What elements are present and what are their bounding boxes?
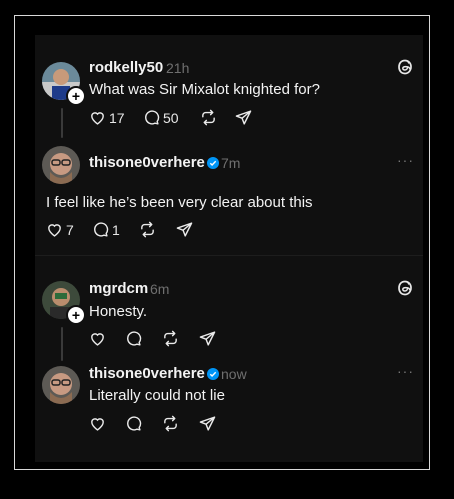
post-text: I feel like he’s been very clear about t… [46,194,313,211]
share-button[interactable] [199,330,216,347]
post-time: 6m [150,281,170,297]
verified-icon [207,157,219,169]
post-text: Honesty. [89,303,148,320]
thread-line [61,327,63,361]
share-icon [176,222,193,237]
share-button[interactable] [235,109,252,126]
post-actions: 17 50 [89,109,289,129]
like-count: 17 [109,109,125,126]
repost-icon [164,330,177,347]
like-button[interactable] [89,330,106,347]
username[interactable]: mgrdcm [89,280,148,297]
reply-button[interactable]: 50 [143,109,179,126]
share-button[interactable] [199,415,216,432]
threads-icon [398,280,412,296]
comment-icon [94,222,109,237]
reply-count: 50 [163,109,179,126]
post-text: Literally could not lie [89,387,225,404]
avatar[interactable] [42,366,80,404]
threads-icon [398,59,412,75]
post-time: now [221,366,247,382]
heart-icon [91,112,104,125]
heart-icon [48,224,61,237]
like-button[interactable] [89,415,106,432]
post-time: 21h [166,60,190,76]
thread-line [61,108,63,138]
like-count: 7 [66,221,74,238]
repost-icon [202,109,215,126]
comment-icon [145,110,160,125]
more-icon[interactable]: ··· [397,363,414,379]
divider [35,255,423,256]
more-icon[interactable]: ··· [397,152,414,168]
share-icon [235,110,252,125]
comment-icon [127,416,142,431]
heart-icon [91,333,104,346]
heart-icon [91,418,104,431]
reply-button[interactable] [125,330,142,347]
reply-button[interactable] [125,415,142,432]
repost-icon [164,415,177,432]
like-button[interactable]: 7 [46,221,74,238]
like-button[interactable]: 17 [89,109,125,126]
comment-icon [127,331,142,346]
post-text: What was Sir Mixalot knighted for? [89,81,320,98]
post-actions: 7 1 [46,221,246,241]
reply-count: 1 [112,221,120,238]
post-actions [89,415,289,435]
post-time: 7m [221,155,241,171]
repost-icon [141,221,154,238]
repost-button[interactable] [139,221,156,238]
share-button[interactable] [176,221,193,238]
reply-button[interactable]: 1 [92,221,120,238]
repost-button[interactable] [162,330,179,347]
username[interactable]: rodkelly50 [89,59,163,76]
avatar[interactable] [42,146,80,184]
share-icon [199,331,216,346]
post-actions [89,330,289,350]
username[interactable]: thisone0verhere [89,365,205,382]
follow-plus-icon[interactable]: + [66,305,86,325]
verified-icon [207,368,219,380]
share-icon [199,416,216,431]
follow-plus-icon[interactable]: + [66,86,86,106]
threads-card: + rodkelly50 21h What was Sir Mixalot kn… [35,35,423,462]
username[interactable]: thisone0verhere [89,154,205,171]
repost-button[interactable] [162,415,179,432]
repost-button[interactable] [200,109,217,126]
